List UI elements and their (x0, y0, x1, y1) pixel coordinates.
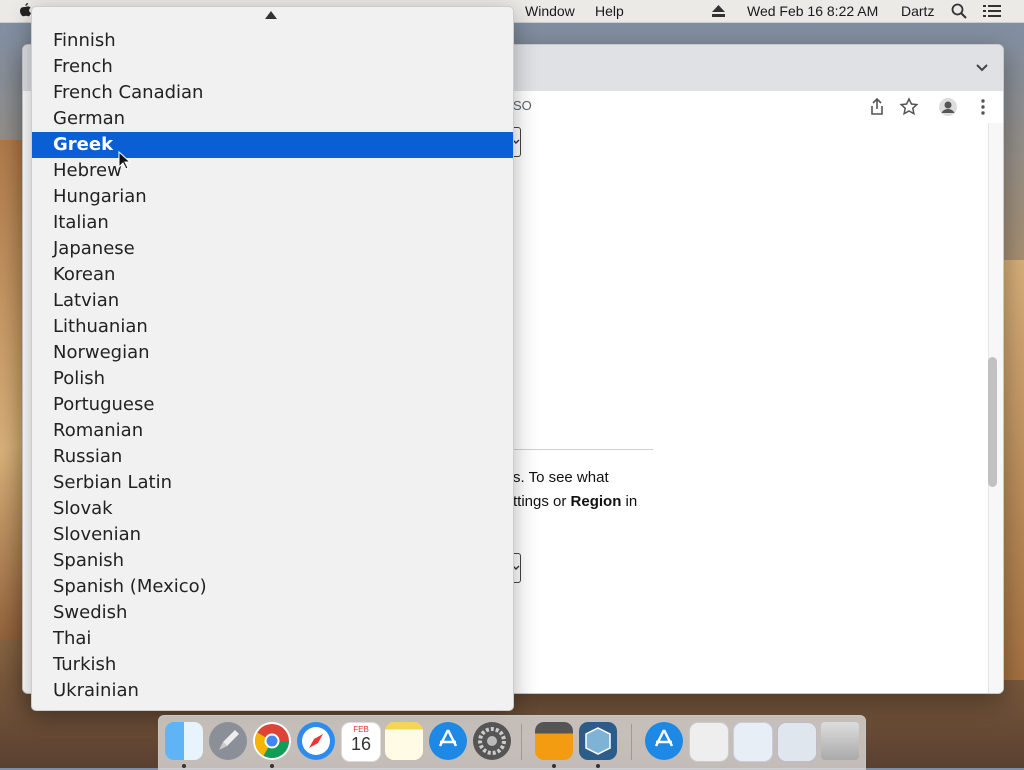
trash-icon[interactable] (821, 722, 859, 760)
language-option[interactable]: Serbian Latin (32, 470, 513, 496)
select-chevron-icon (512, 565, 520, 570)
language-option[interactable]: Slovenian (32, 522, 513, 548)
language-option[interactable]: Spanish (Mexico) (32, 574, 513, 600)
info-text-line2: ttings or Region in (513, 493, 637, 510)
language-option[interactable]: German (32, 106, 513, 132)
menu-user[interactable]: Dartz (901, 3, 934, 19)
calendar-icon[interactable]: FEB 16 (341, 722, 381, 762)
language-option[interactable]: Portuguese (32, 392, 513, 418)
language-option[interactable]: Turkish (32, 652, 513, 678)
calendar-day: 16 (350, 734, 372, 754)
dock-separator (521, 724, 522, 760)
screenshot-icon[interactable] (777, 722, 817, 762)
chrome-icon[interactable] (253, 722, 291, 760)
more-menu-icon[interactable] (973, 97, 993, 117)
language-option[interactable]: Polish (32, 366, 513, 392)
eject-icon[interactable] (712, 5, 725, 17)
language-option[interactable]: Lithuanian (32, 314, 513, 340)
share-icon[interactable] (867, 97, 887, 117)
region-link-text: Region (570, 493, 622, 510)
region-select-edge[interactable] (512, 553, 521, 583)
language-option[interactable]: Russian (32, 444, 513, 470)
notes-icon[interactable] (385, 722, 423, 760)
language-option[interactable]: Italian (32, 210, 513, 236)
language-option[interactable]: Korean (32, 262, 513, 288)
system-preferences-icon[interactable] (473, 722, 511, 760)
menu-clock[interactable]: Wed Feb 16 8:22 AM (747, 3, 878, 19)
info-text-line1: s. To see what (513, 469, 609, 486)
finder-icon[interactable] (165, 722, 203, 760)
profile-avatar-icon[interactable] (938, 97, 958, 117)
page-scrollbar[interactable] (988, 357, 997, 487)
app-store-icon[interactable] (429, 722, 467, 760)
document-icon[interactable] (689, 722, 729, 762)
language-option-list: Finnish French French Canadian German Greek H… (32, 28, 513, 704)
scroll-up-arrow-icon[interactable] (265, 11, 277, 19)
info-text-line2-post: in (621, 493, 638, 510)
language-option[interactable]: French Canadian (32, 80, 513, 106)
language-option[interactable]: Ukrainian (32, 678, 513, 704)
apple-icon[interactable] (18, 3, 32, 19)
dock-separator (631, 724, 632, 760)
mouse-pointer-icon (118, 151, 132, 170)
language-option[interactable]: Latvian (32, 288, 513, 314)
language-option[interactable]: Thai (32, 626, 513, 652)
language-option[interactable]: Hungarian (32, 184, 513, 210)
app-store-folder-icon[interactable] (645, 722, 683, 760)
launchpad-icon[interactable] (209, 722, 247, 760)
language-select-edge[interactable] (512, 127, 521, 157)
dock: FEB 16 (158, 715, 866, 770)
language-option[interactable]: Greek (32, 132, 513, 158)
language-option[interactable]: Norwegian (32, 340, 513, 366)
menu-help[interactable]: Help (595, 3, 624, 19)
control-center-icon[interactable] (983, 4, 1001, 18)
language-option[interactable]: Slovak (32, 496, 513, 522)
downloads-folder-icon[interactable] (733, 722, 773, 762)
select-chevron-icon (512, 139, 520, 144)
language-dropdown-menu: Finnish French French Canadian German Greek H… (31, 6, 514, 711)
language-option[interactable]: Japanese (32, 236, 513, 262)
calendar-month: FEB (353, 725, 369, 734)
running-indicator (270, 764, 274, 768)
tab-search-chevron-down-icon[interactable] (975, 61, 989, 75)
address-bar-text[interactable]: SO (513, 98, 532, 113)
menu-window[interactable]: Window (525, 3, 575, 19)
bookmark-star-icon[interactable] (899, 97, 919, 117)
section-divider (513, 449, 653, 450)
language-option[interactable]: Spanish (32, 548, 513, 574)
spotlight-search-icon[interactable] (951, 3, 967, 19)
calculator-icon[interactable] (535, 722, 573, 760)
language-option[interactable]: Romanian (32, 418, 513, 444)
language-option[interactable]: French (32, 54, 513, 80)
language-option[interactable]: Swedish (32, 600, 513, 626)
language-option[interactable]: Hebrew (32, 158, 513, 184)
safari-icon[interactable] (297, 722, 335, 760)
info-text-line2-pre: ttings or (513, 493, 571, 510)
running-indicator (552, 764, 556, 768)
virtualbox-icon[interactable] (579, 722, 617, 760)
language-option[interactable]: Finnish (32, 28, 513, 54)
running-indicator (182, 764, 186, 768)
running-indicator (596, 764, 600, 768)
